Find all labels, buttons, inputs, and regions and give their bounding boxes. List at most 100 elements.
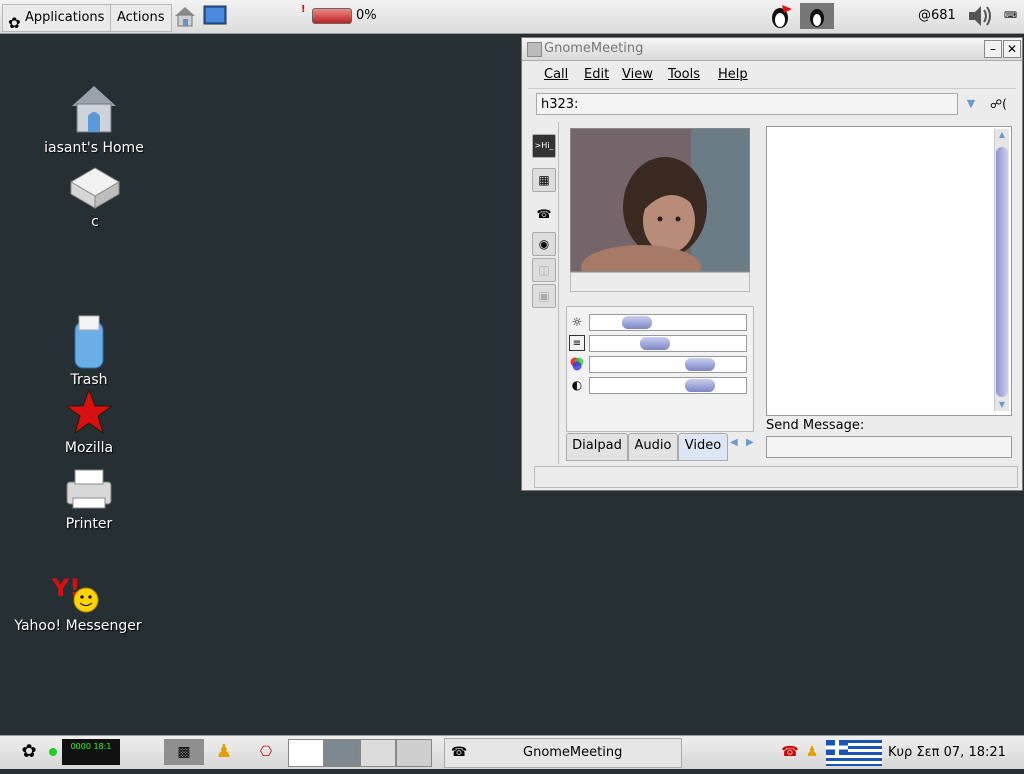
taskbar-gnomemeeting[interactable]: ☎ GnomeMeeting: [444, 738, 682, 768]
desktop-icon-label: c: [91, 214, 99, 230]
contrast-icon: ◐: [571, 378, 583, 392]
address-dropdown-icon[interactable]: ▼: [962, 93, 980, 115]
monitor-app-icon[interactable]: ⎔: [250, 739, 282, 765]
menu-help[interactable]: Help: [718, 67, 748, 82]
slider-thumb[interactable]: [622, 316, 652, 329]
address-input[interactable]: h323:: [536, 93, 958, 115]
video-frame-icon: [571, 129, 749, 271]
minimize-button[interactable]: –: [984, 40, 1002, 58]
tux-applet-icon[interactable]: [800, 3, 834, 29]
scrollbar-thumb[interactable]: [996, 147, 1008, 397]
top-panel: ✿ Applications Actions ! 0% @681 ⌨: [0, 0, 1024, 34]
gnomemeeting-task-icon: ☎: [451, 745, 468, 760]
gnome-foot-icon: ✿: [8, 14, 21, 32]
actions-label: Actions: [117, 10, 165, 25]
home-folder-icon: [66, 80, 122, 136]
greek-flag-icon[interactable]: [826, 740, 882, 766]
tab-dialpad[interactable]: Dialpad: [566, 433, 628, 461]
telephone-icon[interactable]: ☎: [780, 739, 800, 765]
desktop-icon-c[interactable]: c: [45, 162, 145, 230]
slider-thumb[interactable]: [685, 358, 715, 371]
slider-thumb[interactable]: [685, 379, 715, 392]
send-message-input[interactable]: [766, 436, 1012, 458]
tab-audio[interactable]: Audio: [628, 433, 678, 461]
battery-meter-icon: [312, 8, 352, 24]
printer-icon: [61, 466, 117, 512]
clock[interactable]: Κυρ Σεπ 07, 18:21: [888, 745, 1006, 760]
connect-button[interactable]: ☍(: [990, 93, 1016, 115]
cpu-monitor-label: 0000 18:1: [70, 742, 112, 751]
webcam-icon[interactable]: ◉: [532, 232, 556, 256]
chat-scrollbar[interactable]: ▲ ▼: [994, 129, 1009, 411]
send-message-label: Send Message:: [766, 418, 865, 433]
window-statusbar: [534, 466, 1018, 488]
whiteness-slider[interactable]: ≡: [569, 334, 749, 352]
battery-percent: 0%: [356, 8, 377, 23]
workspace-3[interactable]: [360, 739, 396, 767]
brightness-slider[interactable]: ☼: [569, 313, 749, 331]
menu-call[interactable]: Call: [544, 67, 568, 82]
chat-history[interactable]: ▲ ▼: [766, 126, 1012, 416]
colour-icon: [569, 356, 585, 372]
scroll-down-icon[interactable]: ▼: [995, 399, 1009, 411]
taskbar-task-label: GnomeMeeting: [523, 745, 623, 760]
applications-menu[interactable]: ✿ Applications: [2, 4, 112, 32]
slider-thumb[interactable]: [640, 337, 670, 350]
gnome-menu-icon[interactable]: ✿: [14, 739, 44, 765]
whiteness-icon: ≡: [569, 335, 585, 351]
menu-view[interactable]: View: [622, 67, 653, 82]
workspace-4[interactable]: [396, 739, 432, 767]
slider-track: [589, 377, 747, 394]
video-preview: [570, 128, 750, 272]
brightness-icon: ☼: [571, 315, 583, 329]
desktop-icon-trash[interactable]: Trash: [60, 312, 118, 388]
mozilla-star-icon: [64, 388, 114, 436]
person-icon[interactable]: ♟: [210, 739, 238, 765]
volume-icon[interactable]: [966, 3, 992, 29]
window-titlebar[interactable]: GnomeMeeting – ✕: [522, 38, 1022, 61]
bottom-panel: ✿ 0000 18:1 ▩ ♟ ⎔ ☎ GnomeMeeting ☎ ♟ Κυρ…: [0, 735, 1024, 769]
workspace-1[interactable]: [288, 739, 324, 767]
side-toolbar: >Hi_ ▦ ☎ ◉ ◫ ▣: [528, 122, 559, 464]
menu-tools[interactable]: Tools: [668, 67, 700, 82]
control-panel-icon[interactable]: ▦: [532, 168, 556, 192]
desktop-icon-label: Yahoo! Messenger: [14, 618, 142, 634]
picture-in-picture-icon[interactable]: ◫: [532, 258, 556, 282]
tab-scroll-right-icon[interactable]: ▶: [746, 437, 754, 448]
desktop-icon-mozilla[interactable]: Mozilla: [60, 388, 118, 456]
desktop-icon-home[interactable]: iasant's Home: [44, 80, 144, 156]
tux-icon[interactable]: [768, 3, 794, 29]
slider-track: [589, 314, 747, 331]
text-chat-icon[interactable]: >Hi_: [532, 134, 556, 158]
workspace-2[interactable]: [324, 739, 360, 767]
slider-track: [589, 335, 747, 352]
tab-scroll-left-icon[interactable]: ◀: [730, 437, 738, 448]
desktop-icon-label: iasant's Home: [44, 140, 144, 156]
desktop-icon-label: Trash: [70, 372, 108, 388]
scroll-up-icon[interactable]: ▲: [995, 129, 1009, 141]
close-button[interactable]: ✕: [1003, 40, 1021, 58]
keyboard-indicator-icon[interactable]: ⌨: [1004, 3, 1022, 29]
window-menu-icon[interactable]: [527, 42, 542, 57]
colour-slider[interactable]: [569, 355, 749, 373]
tab-video[interactable]: Video: [678, 433, 728, 461]
applications-label: Applications: [25, 10, 105, 25]
desktop-icon-yahoo-messenger[interactable]: Y! Yahoo! Messenger: [8, 574, 148, 634]
network-label: @681: [918, 8, 956, 23]
desktop-launcher-icon[interactable]: [202, 3, 228, 29]
show-desktop-icon[interactable]: ▩: [164, 739, 204, 765]
desktop-icon-printer[interactable]: Printer: [60, 466, 118, 532]
cpu-monitor[interactable]: 0000 18:1: [62, 739, 120, 765]
home-launcher-icon[interactable]: [172, 3, 198, 29]
actions-menu[interactable]: Actions: [110, 4, 172, 32]
menu-edit[interactable]: Edit: [584, 67, 609, 82]
buddy-icon[interactable]: ♟: [802, 739, 822, 765]
gnomemeeting-window: GnomeMeeting – ✕ Call Edit View Tools He…: [521, 37, 1023, 491]
window-title: GnomeMeeting: [544, 41, 644, 56]
contrast-slider[interactable]: ◐: [569, 376, 749, 394]
trash-icon: [61, 312, 117, 369]
desktop-icon-label: Mozilla: [64, 440, 114, 456]
hold-icon[interactable]: ▣: [532, 284, 556, 308]
slider-track: [589, 356, 747, 373]
phone-icon[interactable]: ☎: [532, 202, 556, 226]
